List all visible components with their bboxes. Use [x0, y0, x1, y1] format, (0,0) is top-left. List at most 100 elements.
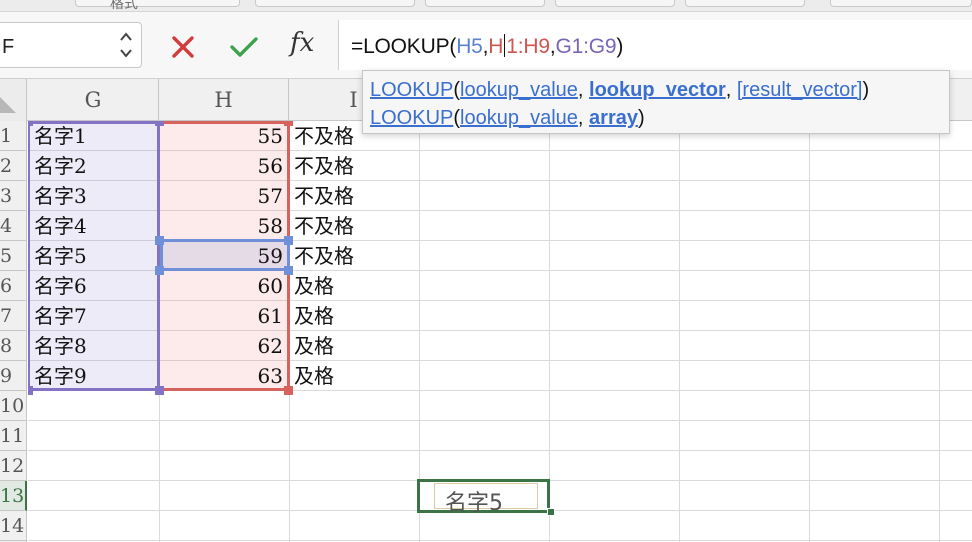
- cell-grade[interactable]: 及格: [294, 331, 334, 360]
- gridline-horizontal: [28, 540, 972, 541]
- cell-name[interactable]: 名字3: [34, 181, 87, 210]
- function-signature-vector: LOOKUP(lookup_value, lookup_vector, [res…: [370, 79, 869, 102]
- active-cell-value: 名字5: [445, 491, 503, 516]
- range-resize-handle[interactable]: [284, 121, 293, 126]
- cell-name[interactable]: 名字2: [34, 151, 87, 180]
- cell-grade[interactable]: 不及格: [294, 181, 354, 210]
- name-box[interactable]: F: [0, 22, 142, 68]
- cell-grade[interactable]: 不及格: [294, 211, 354, 240]
- cell-name[interactable]: 名字8: [34, 331, 87, 360]
- range-resize-handle[interactable]: [155, 121, 164, 126]
- comma: ,: [725, 79, 737, 101]
- ribbon-button[interactable]: [830, 0, 972, 7]
- row-header-10[interactable]: 10: [0, 391, 27, 421]
- cell-score[interactable]: 62: [159, 331, 283, 360]
- formula-input[interactable]: =LOOKUP(H5,H 1:H9,G1:G9): [338, 20, 972, 70]
- cell-area[interactable]: 名字1 55 不及格 名字2 56 不及格 名字3 57 不及格 名字4 58 不及格 名字5 59 不及格…: [28, 121, 972, 542]
- cell-grade[interactable]: 不及格: [294, 241, 354, 270]
- range-resize-handle[interactable]: [28, 386, 33, 395]
- cell-name[interactable]: 名字1: [34, 121, 87, 150]
- cell-name[interactable]: 名字9: [34, 361, 87, 390]
- chevron-updown-icon[interactable]: [119, 30, 133, 60]
- cell-score[interactable]: 57: [159, 181, 283, 210]
- cell-name[interactable]: 名字6: [34, 271, 87, 300]
- formula-arg-lookup-vector-end: 1:H9: [506, 35, 550, 58]
- row-header-3[interactable]: 3: [0, 181, 27, 211]
- formula-prefix: =LOOKUP(: [351, 35, 457, 58]
- function-signature-array: LOOKUP(lookup_value, array): [370, 107, 645, 130]
- cell-name[interactable]: 名字5: [34, 241, 87, 270]
- row-header-2[interactable]: 2: [0, 151, 27, 181]
- row-header-5[interactable]: 5: [0, 241, 27, 271]
- range-resize-handle[interactable]: [284, 386, 293, 395]
- function-name-link[interactable]: LOOKUP: [370, 79, 453, 101]
- cell-grade[interactable]: 及格: [294, 271, 334, 300]
- ribbon-button[interactable]: [685, 0, 805, 7]
- row-header-13[interactable]: 13: [0, 481, 27, 511]
- row-header-7[interactable]: 7: [0, 301, 27, 331]
- range-resize-handle[interactable]: [155, 236, 164, 245]
- row-header-12[interactable]: 12: [0, 451, 27, 481]
- param-lookup-vector-link[interactable]: lookup_vector: [589, 79, 726, 101]
- row-header-8[interactable]: 8: [0, 331, 27, 361]
- checkmark-icon[interactable]: [229, 34, 259, 60]
- row-header-14[interactable]: 14: [0, 511, 27, 541]
- param-result-vector-link[interactable]: [result_vector]: [737, 79, 863, 101]
- gridline-vertical: [809, 121, 810, 542]
- cell-grade[interactable]: 及格: [294, 301, 334, 330]
- comma: ,: [577, 79, 590, 101]
- formula-arg-lookup-value: H5: [456, 35, 483, 58]
- range-resize-handle[interactable]: [155, 266, 164, 275]
- param-lookup-value-link[interactable]: lookup_value: [460, 107, 578, 129]
- comma: ,: [577, 107, 590, 129]
- cell-score[interactable]: 55: [159, 121, 283, 150]
- row-header-1[interactable]: 1: [0, 121, 27, 151]
- cell-score[interactable]: 56: [159, 151, 283, 180]
- select-all-corner[interactable]: [0, 79, 27, 121]
- paren: ): [637, 107, 645, 129]
- range-resize-handle[interactable]: [155, 386, 164, 395]
- gridline-horizontal: [28, 450, 972, 451]
- active-cell[interactable]: 名字5: [417, 479, 550, 516]
- ribbon-button[interactable]: [75, 0, 240, 7]
- gridline-vertical: [939, 121, 940, 542]
- range-resize-handle[interactable]: [284, 236, 293, 245]
- name-box-value: F: [2, 36, 15, 58]
- row-header-6[interactable]: 6: [0, 271, 27, 301]
- ribbon-button[interactable]: [555, 0, 675, 7]
- formula-bar: F fx =LOOKUP(H5,H 1:H9,G1:G9): [0, 12, 972, 79]
- gridline-horizontal: [28, 420, 972, 421]
- column-header-h[interactable]: H: [159, 79, 289, 121]
- cell-name[interactable]: 名字4: [34, 211, 87, 240]
- select-all-icon: [0, 97, 16, 113]
- cell-score[interactable]: 59: [159, 241, 283, 270]
- close-icon[interactable]: [170, 34, 196, 60]
- formula-arg-lookup-vector-start: H: [488, 35, 504, 58]
- cell-score[interactable]: 60: [159, 271, 283, 300]
- formula-suffix: ): [616, 35, 624, 58]
- cell-name[interactable]: 名字7: [34, 301, 87, 330]
- cell-score[interactable]: 63: [159, 361, 283, 390]
- range-resize-handle[interactable]: [28, 121, 33, 126]
- row-header-9[interactable]: 9: [0, 361, 27, 391]
- function-name-link[interactable]: LOOKUP: [370, 107, 453, 129]
- fx-icon[interactable]: fx: [290, 28, 314, 58]
- ribbon-button[interactable]: [425, 0, 545, 7]
- cell-score[interactable]: 61: [159, 301, 283, 330]
- cell-grade[interactable]: 及格: [294, 361, 334, 390]
- row-headers: 1 2 3 4 5 6 7 8 9 10 11 12 13 14: [0, 121, 27, 542]
- cell-score[interactable]: 58: [159, 211, 283, 240]
- ribbon-strip: 格式: [0, 0, 972, 12]
- range-resize-handle[interactable]: [284, 266, 293, 275]
- column-header-g[interactable]: G: [28, 79, 159, 121]
- fill-handle[interactable]: [547, 508, 555, 516]
- paren: ): [862, 79, 870, 101]
- row-header-4[interactable]: 4: [0, 211, 27, 241]
- cell-grade[interactable]: 不及格: [294, 151, 354, 180]
- param-lookup-value-link[interactable]: lookup_value: [460, 79, 578, 101]
- gridline-vertical: [679, 121, 680, 542]
- cell-grade[interactable]: 不及格: [294, 121, 354, 150]
- param-array-link[interactable]: array: [589, 107, 638, 129]
- row-header-11[interactable]: 11: [0, 421, 27, 451]
- ribbon-button[interactable]: [255, 0, 415, 7]
